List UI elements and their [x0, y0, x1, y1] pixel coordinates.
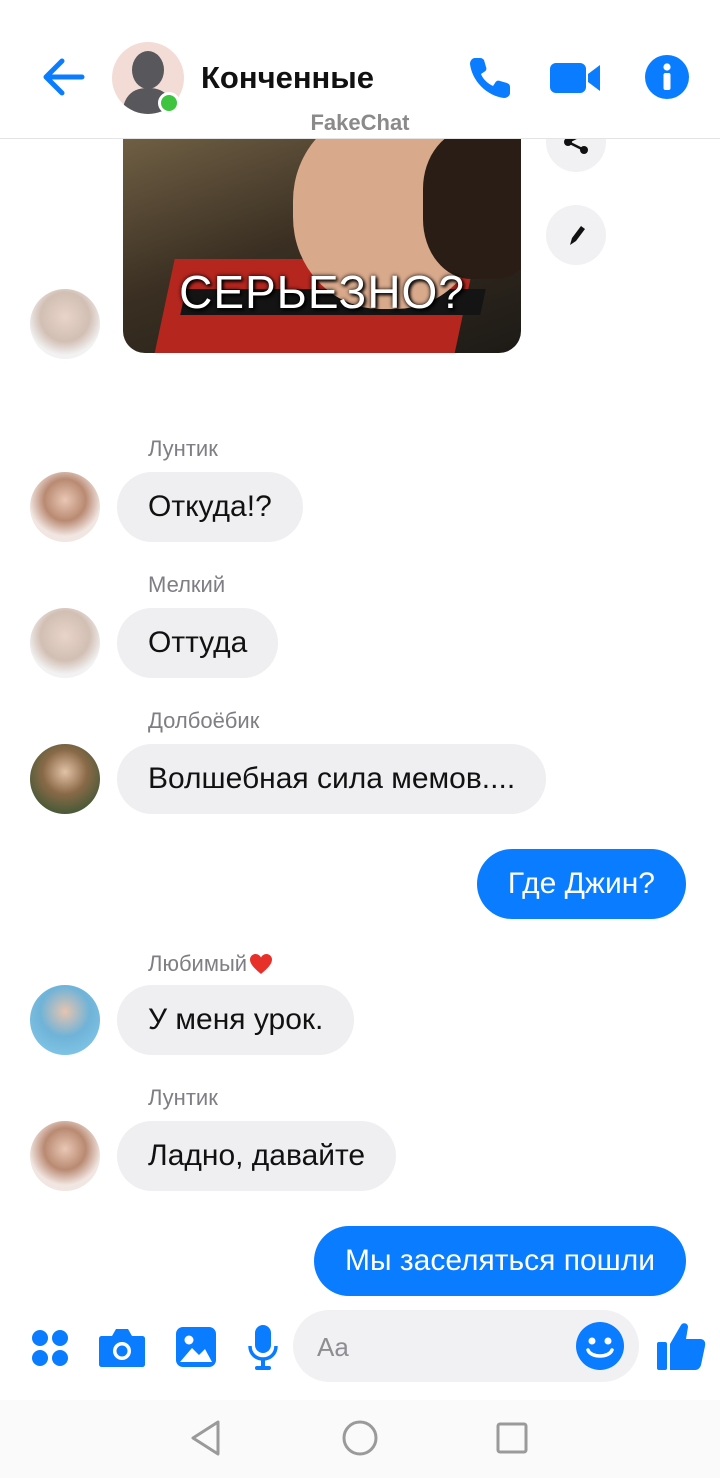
edit-button[interactable] [546, 205, 606, 265]
camera-button[interactable] [98, 1326, 146, 1373]
sender-name: Любимый [148, 951, 248, 976]
emoji-button[interactable] [575, 1321, 625, 1371]
gallery-button[interactable] [175, 1326, 217, 1373]
phone-icon [470, 58, 510, 98]
smile-icon [576, 1322, 624, 1370]
nav-recents-icon [496, 1422, 528, 1454]
nav-recents-button[interactable] [495, 1418, 529, 1463]
like-button[interactable] [655, 1320, 707, 1372]
message-input-container[interactable] [293, 1310, 639, 1382]
video-camera-icon [550, 63, 600, 93]
gallery-icon [176, 1327, 216, 1367]
voice-call-button[interactable] [466, 54, 514, 102]
avatar-melkiy[interactable] [30, 608, 100, 678]
back-arrow-icon [43, 58, 85, 96]
message-bubble-incoming[interactable]: Волшебная сила мемов.... [117, 744, 547, 814]
chat-info-button[interactable] [644, 54, 690, 100]
nav-home-icon [342, 1420, 378, 1456]
message-composer [0, 1310, 720, 1390]
sender-name: Долбоёбик [148, 708, 260, 733]
message-input[interactable] [315, 1328, 559, 1366]
nav-back-icon [191, 1420, 220, 1456]
message-bubble-incoming[interactable]: Откуда!? [117, 472, 303, 542]
sender-name: Мелкий [148, 572, 226, 597]
voice-message-button[interactable] [248, 1324, 278, 1375]
video-call-button[interactable] [548, 54, 602, 102]
sender-name-row: Любимый [148, 949, 273, 977]
avatar-melkiy[interactable] [30, 289, 100, 359]
avatar-lyubimyy[interactable] [30, 985, 100, 1055]
pencil-icon [570, 226, 585, 245]
sender-name: Лунтик [148, 436, 218, 461]
message-bubble-incoming[interactable]: Оттуда [117, 608, 279, 678]
message-bubble-incoming[interactable]: Ладно, давайте [117, 1121, 397, 1191]
avatar-luntik[interactable] [30, 1121, 100, 1191]
info-icon [645, 55, 689, 99]
nav-back-button[interactable] [188, 1418, 224, 1463]
message-bubble-outgoing[interactable]: Где Джин? [476, 849, 686, 919]
camera-icon [99, 1329, 145, 1367]
chat-title[interactable]: Конченные [201, 60, 374, 96]
app-watermark: FakeChat [310, 110, 410, 135]
meme-image-message[interactable]: СЕРЬЕЗНО? [123, 139, 521, 353]
apps-button[interactable] [30, 1328, 70, 1373]
avatar-dolboebik[interactable] [30, 744, 100, 814]
message-bubble-incoming[interactable]: У меня урок. [117, 985, 355, 1055]
sender-name: Лунтик [148, 1085, 218, 1110]
heart-icon [250, 954, 273, 974]
meme-caption: СЕРЬЕЗНО? [179, 266, 465, 318]
thumbs-up-icon [657, 1323, 706, 1370]
apps-grid-icon [32, 1330, 68, 1366]
back-button[interactable] [38, 52, 88, 102]
system-navigation-bar [0, 1400, 720, 1478]
microphone-icon [248, 1325, 278, 1370]
chat-header: Конченные FakeChat [0, 0, 720, 139]
message-bubble-outgoing[interactable]: Мы заселяться пошли [314, 1226, 686, 1296]
nav-home-button[interactable] [341, 1418, 379, 1463]
avatar-luntik[interactable] [30, 472, 100, 542]
